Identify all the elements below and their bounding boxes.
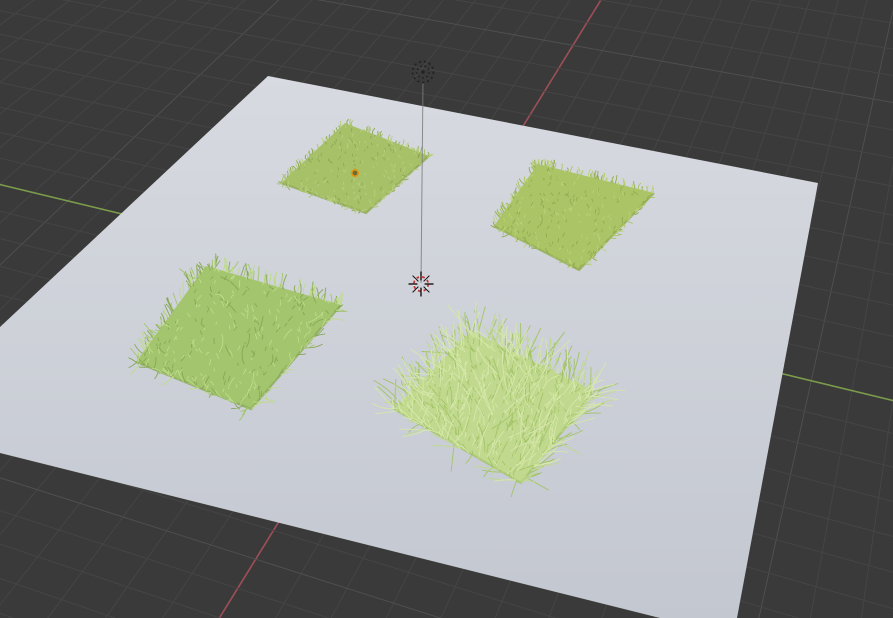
point-light-icon (421, 70, 425, 74)
viewport-scene[interactable] (0, 0, 893, 618)
object-origin-dot[interactable] (350, 169, 359, 178)
blender-3d-viewport[interactable] (0, 0, 893, 618)
